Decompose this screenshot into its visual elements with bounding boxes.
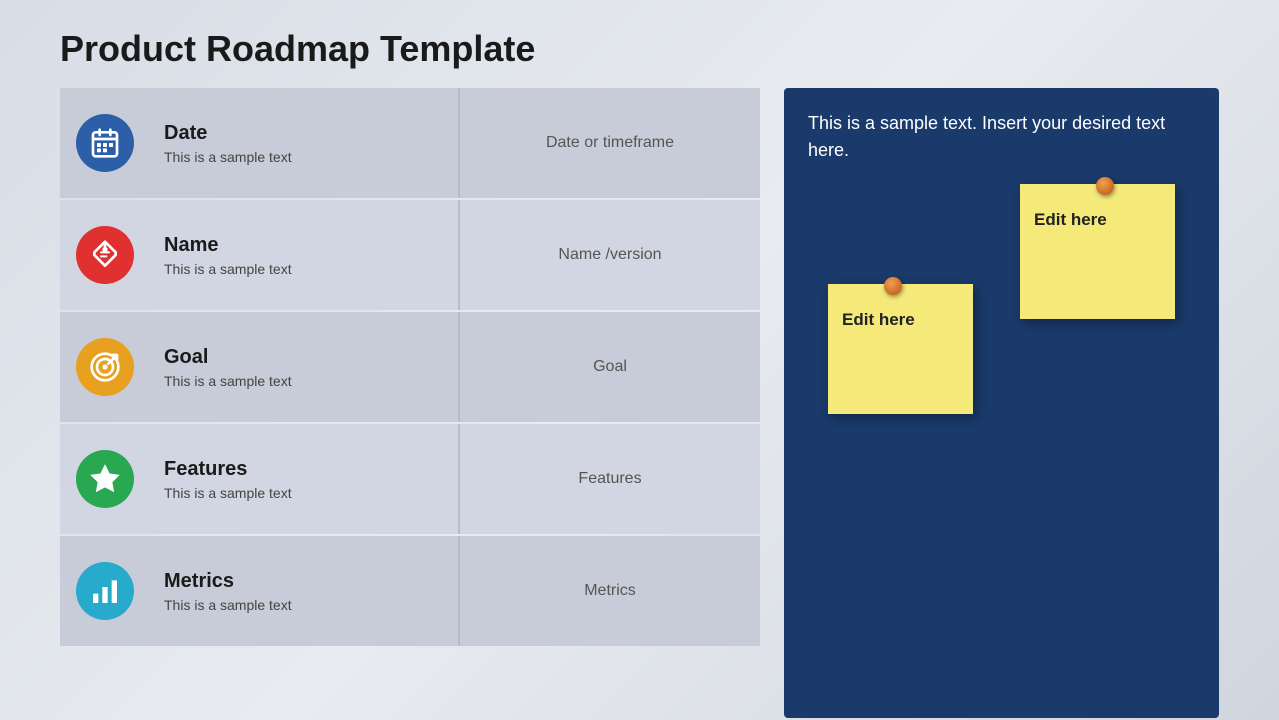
label-cell-features: Features This is a sample text [150, 424, 460, 534]
value-cell-features: Features [460, 424, 760, 534]
page-title: Product Roadmap Template [0, 0, 1279, 88]
icon-cell-name [60, 200, 150, 310]
calendar-icon [76, 114, 134, 172]
row-sublabel-date: This is a sample text [164, 149, 444, 165]
row-sublabel-features: This is a sample text [164, 485, 444, 501]
value-cell-metrics: Metrics [460, 536, 760, 646]
tag-icon [76, 226, 134, 284]
row-sublabel-metrics: This is a sample text [164, 597, 444, 613]
label-cell-metrics: Metrics This is a sample text [150, 536, 460, 646]
icon-cell-metrics [60, 536, 150, 646]
table-row-features: Features This is a sample text Features [60, 424, 760, 534]
value-cell-name: Name /version [460, 200, 760, 310]
pin-1 [1096, 177, 1114, 195]
table-row-name: Name This is a sample text Name /version [60, 200, 760, 310]
row-label-name: Name [164, 234, 444, 257]
row-label-metrics: Metrics [164, 570, 444, 593]
row-label-features: Features [164, 458, 444, 481]
value-cell-date: Date or timeframe [460, 88, 760, 198]
row-label-date: Date [164, 122, 444, 145]
chart-icon [76, 562, 134, 620]
icon-cell-date [60, 88, 150, 198]
row-sublabel-goal: This is a sample text [164, 373, 444, 389]
right-panel: This is a sample text. Insert your desir… [784, 88, 1219, 718]
icon-cell-goal [60, 312, 150, 422]
row-sublabel-name: This is a sample text [164, 261, 444, 277]
pin-2 [884, 277, 902, 295]
label-cell-name: Name This is a sample text [150, 200, 460, 310]
star-icon [76, 450, 134, 508]
target-icon [76, 338, 134, 396]
table-row-goal: Goal This is a sample text Goal [60, 312, 760, 422]
sticky-note-2[interactable]: Edit here [828, 284, 973, 414]
label-cell-goal: Goal This is a sample text [150, 312, 460, 422]
value-cell-goal: Goal [460, 312, 760, 422]
icon-cell-features [60, 424, 150, 534]
table-section: Date This is a sample text Date or timef… [60, 88, 760, 718]
table-row-metrics: Metrics This is a sample text Metrics [60, 536, 760, 646]
row-label-goal: Goal [164, 346, 444, 369]
panel-text: This is a sample text. Insert your desir… [808, 110, 1195, 164]
label-cell-date: Date This is a sample text [150, 88, 460, 198]
sticky-note-1[interactable]: Edit here [1020, 184, 1175, 319]
table-row-date: Date This is a sample text Date or timef… [60, 88, 760, 198]
